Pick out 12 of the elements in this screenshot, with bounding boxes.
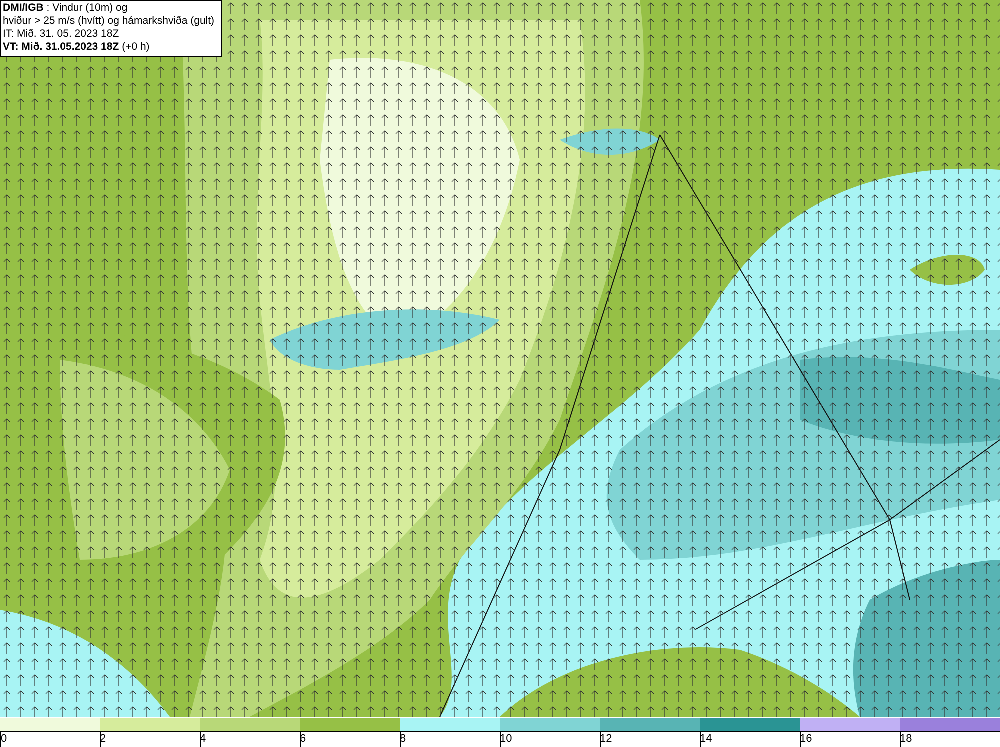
tick-label: 10 xyxy=(500,733,512,746)
tick-label: 2 xyxy=(100,733,106,746)
legend-text: DMI/IGB : Vindur (10m) og xyxy=(3,2,129,15)
tick-label: 18 xyxy=(900,733,912,746)
tick-label: 0 xyxy=(1,733,8,746)
tick-label: 16 xyxy=(800,733,812,746)
tick-label: 14 xyxy=(700,733,712,746)
tick-label: 4 xyxy=(200,733,206,746)
legend-text: IT: Mið. 31. 05. 2023 18Z xyxy=(3,28,120,41)
legend-text: VT: Mið. 31.05.2023 18Z (+0 h) xyxy=(3,41,151,54)
legend-text: hviður > 25 m/s (hvítt) og hámarkshviða (gult) xyxy=(3,15,216,28)
tick-label: 12 xyxy=(600,733,612,746)
